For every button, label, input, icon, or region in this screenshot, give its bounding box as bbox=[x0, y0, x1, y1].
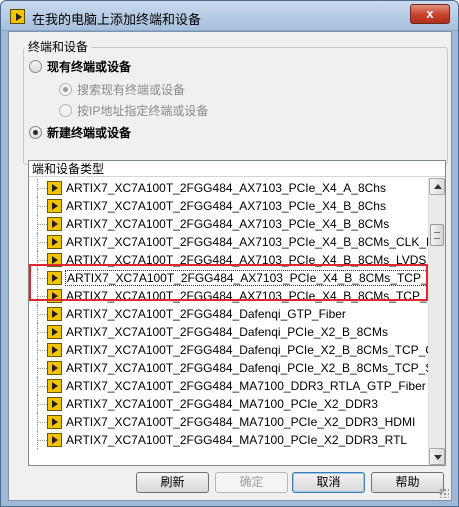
target-icon bbox=[47, 253, 62, 267]
target-icon bbox=[47, 361, 62, 375]
ok-button[interactable]: 确定 bbox=[215, 472, 288, 493]
list-item-label: ARTIX7_XC7A100T_2FGG484_AX7103_PCIe_X4_B… bbox=[66, 199, 386, 213]
group-legend: 终端和设备 bbox=[25, 38, 92, 55]
list-item-label: ARTIX7_XC7A100T_2FGG484_AX7103_PCIe_X4_B… bbox=[66, 289, 428, 303]
target-icon bbox=[47, 379, 62, 393]
list-item-label: ARTIX7_XC7A100T_2FGG484_AX7103_PCIe_X4_B… bbox=[66, 217, 390, 231]
target-icon bbox=[47, 415, 62, 429]
tree-connector bbox=[37, 413, 47, 431]
vertical-scrollbar[interactable] bbox=[428, 178, 445, 465]
list-item-label: ARTIX7_XC7A100T_2FGG484_MA7100_PCIe_X2_D… bbox=[66, 415, 416, 429]
radio-by-ip-circle[interactable] bbox=[59, 103, 72, 117]
list-item-label: ARTIX7_XC7A100T_2FGG484_MA7100_DDR3_RTLA… bbox=[66, 379, 426, 393]
list-item-focused[interactable]: ARTIX7_XC7A100T_2FGG484_AX7103_PCIe_X4_B… bbox=[29, 269, 428, 287]
radio-by-ip[interactable]: 按IP地址指定终端或设备 bbox=[59, 101, 208, 119]
list-item[interactable]: ARTIX7_XC7A100T_2FGG484_Dafenqi_GTP_Fibe… bbox=[29, 305, 428, 323]
dialog-window: 在我的电脑上添加终端和设备 x 终端和设备 现有终端或设备 搜索现有终端或设备 … bbox=[0, 0, 459, 507]
title-bar[interactable]: 在我的电脑上添加终端和设备 x bbox=[1, 1, 458, 31]
target-icon bbox=[47, 307, 62, 321]
scroll-up-button[interactable] bbox=[429, 178, 445, 195]
radio-search-existing-circle[interactable] bbox=[59, 82, 72, 96]
list-item[interactable]: ARTIX7_XC7A100T_2FGG484_MA7100_PCIe_X2_D… bbox=[29, 395, 428, 413]
tree-connector bbox=[37, 323, 47, 341]
target-icon bbox=[47, 235, 62, 249]
list-item-label: ARTIX7_XC7A100T_2FGG484_Dafenqi_PCIe_X2_… bbox=[66, 343, 428, 357]
window-title: 在我的电脑上添加终端和设备 bbox=[32, 12, 202, 27]
resize-grip[interactable] bbox=[439, 488, 449, 498]
chevron-up-icon bbox=[434, 184, 442, 189]
tree-connector bbox=[37, 179, 47, 197]
chevron-down-icon bbox=[434, 455, 442, 460]
list-item-label: ARTIX7_XC7A100T_2FGG484_AX7103_PCIe_X4_A… bbox=[66, 181, 386, 195]
list-item[interactable]: ARTIX7_XC7A100T_2FGG484_MA7100_DDR3_RTLA… bbox=[29, 377, 428, 395]
target-type-list[interactable]: 端和设备类型 ARTIX7_XC7A100T_2FGG484_AX7103_PC… bbox=[28, 160, 446, 466]
list-item-label: ARTIX7_XC7A100T_2FGG484_AX7103_PCIe_X4_B… bbox=[65, 270, 428, 286]
list-body[interactable]: ARTIX7_XC7A100T_2FGG484_AX7103_PCIe_X4_A… bbox=[29, 178, 428, 465]
tree-connector bbox=[37, 305, 47, 323]
target-icon bbox=[47, 199, 62, 213]
list-item[interactable]: ARTIX7_XC7A100T_2FGG484_AX7103_PCIe_X4_B… bbox=[29, 287, 428, 305]
close-button[interactable]: x bbox=[410, 4, 450, 24]
tree-connector bbox=[37, 197, 47, 215]
list-item[interactable]: ARTIX7_XC7A100T_2FGG484_AX7103_PCIe_X4_A… bbox=[29, 179, 428, 197]
scroll-down-button[interactable] bbox=[429, 448, 445, 465]
tree-connector bbox=[37, 269, 47, 287]
radio-search-existing[interactable]: 搜索现有终端或设备 bbox=[59, 80, 185, 98]
list-item-label: ARTIX7_XC7A100T_2FGG484_MA7100_PCIe_X2_D… bbox=[66, 397, 378, 411]
list-item[interactable]: ARTIX7_XC7A100T_2FGG484_AX7103_PCIe_X4_B… bbox=[29, 215, 428, 233]
radio-new-target-label: 新建终端或设备 bbox=[47, 125, 132, 140]
radio-existing-target-label: 现有终端或设备 bbox=[47, 59, 132, 74]
target-icon bbox=[47, 397, 62, 411]
list-item[interactable]: ARTIX7_XC7A100T_2FGG484_MA7100_PCIe_X2_D… bbox=[29, 431, 428, 449]
tree-connector bbox=[37, 215, 47, 233]
help-button[interactable]: 帮助 bbox=[371, 472, 444, 493]
list-item[interactable]: ARTIX7_XC7A100T_2FGG484_MA7100_PCIe_X2_D… bbox=[29, 413, 428, 431]
tree-connector bbox=[37, 359, 47, 377]
radio-existing-target-circle[interactable] bbox=[29, 59, 42, 73]
list-item-label: ARTIX7_XC7A100T_2FGG484_Dafenqi_PCIe_X2_… bbox=[66, 361, 428, 375]
tree-connector bbox=[37, 233, 47, 251]
list-item-label: ARTIX7_XC7A100T_2FGG484_MA7100_PCIe_X2_D… bbox=[66, 433, 408, 447]
target-icon bbox=[47, 289, 62, 303]
tree-connector bbox=[37, 251, 47, 269]
list-item-label: ARTIX7_XC7A100T_2FGG484_AX7103_PCIe_X4_B… bbox=[66, 253, 427, 267]
radio-new-target[interactable]: 新建终端或设备 bbox=[29, 123, 131, 141]
app-icon bbox=[10, 9, 25, 24]
list-item[interactable]: ARTIX7_XC7A100T_2FGG484_Dafenqi_PCIe_X2_… bbox=[29, 359, 428, 377]
target-icon bbox=[47, 181, 62, 195]
target-icon bbox=[47, 217, 62, 231]
tree-connector bbox=[37, 287, 47, 305]
tree-connector bbox=[37, 341, 47, 359]
list-item[interactable]: ARTIX7_XC7A100T_2FGG484_AX7103_PCIe_X4_B… bbox=[29, 197, 428, 215]
radio-by-ip-label: 按IP地址指定终端或设备 bbox=[77, 103, 209, 118]
list-item[interactable]: ARTIX7_XC7A100T_2FGG484_Dafenqi_PCIe_X2_… bbox=[29, 341, 428, 359]
list-item[interactable]: ARTIX7_XC7A100T_2FGG484_AX7103_PCIe_X4_B… bbox=[29, 233, 428, 251]
target-icon bbox=[47, 271, 62, 285]
refresh-button[interactable]: 刷新 bbox=[136, 472, 209, 493]
scroll-thumb[interactable] bbox=[430, 224, 444, 246]
list-header: 端和设备类型 bbox=[29, 161, 445, 177]
list-item-label: ARTIX7_XC7A100T_2FGG484_Dafenqi_PCIe_X2_… bbox=[66, 325, 388, 339]
tree-connector bbox=[37, 395, 47, 413]
radio-search-existing-label: 搜索现有终端或设备 bbox=[77, 82, 186, 97]
list-item-label: ARTIX7_XC7A100T_2FGG484_Dafenqi_GTP_Fibe… bbox=[66, 307, 346, 321]
target-icon bbox=[47, 343, 62, 357]
list-item[interactable]: ARTIX7_XC7A100T_2FGG484_Dafenqi_PCIe_X2_… bbox=[29, 323, 428, 341]
list-item[interactable]: ARTIX7_XC7A100T_2FGG484_AX7103_PCIe_X4_B… bbox=[29, 251, 428, 269]
tree-connector bbox=[37, 377, 47, 395]
list-item-label: ARTIX7_XC7A100T_2FGG484_AX7103_PCIe_X4_B… bbox=[66, 235, 428, 249]
cancel-button[interactable]: 取消 bbox=[292, 472, 365, 493]
tree-connector bbox=[37, 431, 47, 449]
radio-new-target-circle[interactable] bbox=[29, 125, 42, 139]
radio-existing-target[interactable]: 现有终端或设备 bbox=[29, 57, 131, 75]
dialog-client-area: 终端和设备 现有终端或设备 搜索现有终端或设备 按IP地址指定终端或设备 新建终… bbox=[8, 31, 452, 501]
target-icon bbox=[47, 325, 62, 339]
target-icon bbox=[47, 433, 62, 447]
